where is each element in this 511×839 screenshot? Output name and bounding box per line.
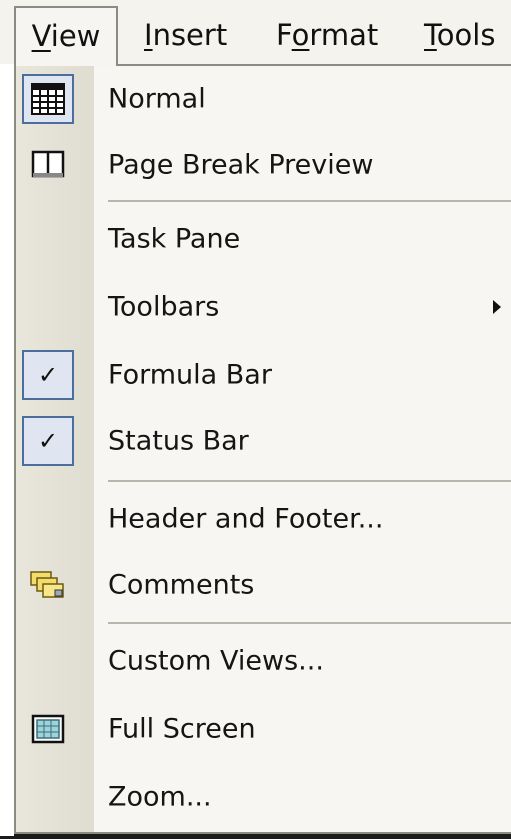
- menu-item-zoom-label: Zoom...: [108, 781, 212, 813]
- menu-format-mnemonic: o: [291, 18, 310, 52]
- menu-item-comments[interactable]: Comments: [16, 556, 511, 614]
- menu-item-zoom[interactable]: Zoom...: [16, 768, 511, 826]
- menu-format-rest: rmat: [309, 18, 379, 52]
- menu-separator: [108, 200, 511, 202]
- background-strip: [0, 64, 14, 836]
- menu-view-rest: iew: [50, 19, 101, 53]
- menu-tools-rest: ools: [436, 18, 496, 52]
- menu-item-formula-bar-label: Formula Bar: [108, 359, 272, 391]
- checkmark-icon: ✓: [22, 416, 74, 466]
- menu-separator: [108, 622, 511, 624]
- menu-insert-mnemonic: I: [144, 18, 153, 52]
- menu-item-task-pane-label: Task Pane: [108, 223, 241, 255]
- formula-bar-check-glyph: ✓: [37, 361, 59, 389]
- status-bar-check-glyph: ✓: [37, 427, 59, 455]
- menu-insert[interactable]: Insert: [144, 14, 227, 58]
- menu-item-normal-label: Normal: [108, 83, 206, 115]
- menu-insert-rest: nsert: [152, 18, 228, 52]
- submenu-arrow-icon: [493, 300, 501, 314]
- menu-view[interactable]: View: [14, 6, 118, 66]
- menu-item-formula-bar[interactable]: ✓ Formula Bar: [16, 346, 511, 404]
- menu-item-custom-views[interactable]: Custom Views...: [16, 632, 511, 690]
- menu-tools-mnemonic: T: [424, 18, 437, 52]
- menu-item-status-bar-label: Status Bar: [108, 425, 249, 457]
- menu-tools[interactable]: Tools: [424, 14, 495, 58]
- grid-sheet-icon: [22, 74, 74, 124]
- view-dropdown-menu: Normal Page Break Preview Task Pane Tool…: [14, 64, 511, 834]
- menu-item-task-pane[interactable]: Task Pane: [16, 210, 511, 268]
- menu-format-prefix: F: [276, 18, 292, 52]
- menu-item-toolbars-label: Toolbars: [108, 291, 220, 323]
- menu-item-normal[interactable]: Normal: [16, 70, 511, 128]
- screenshot-root: View Insert Format Tools Normal Page Bre…: [0, 0, 511, 839]
- menu-item-custom-views-label: Custom Views...: [108, 645, 324, 677]
- menu-item-header-and-footer[interactable]: Header and Footer...: [16, 490, 511, 548]
- menu-item-full-screen-label: Full Screen: [108, 713, 256, 745]
- bottom-border: [0, 834, 511, 839]
- menu-item-page-break-preview-label: Page Break Preview: [108, 149, 374, 181]
- checkmark-icon: ✓: [22, 350, 74, 400]
- menu-item-page-break-preview[interactable]: Page Break Preview: [16, 136, 511, 194]
- menu-view-mnemonic: V: [31, 19, 51, 53]
- menu-item-toolbars[interactable]: Toolbars: [16, 278, 511, 336]
- menu-format[interactable]: Format: [276, 14, 378, 58]
- menu-item-comments-label: Comments: [108, 569, 255, 601]
- menu-bar: View Insert Format Tools: [0, 0, 511, 66]
- comments-icon: [22, 560, 74, 610]
- menu-item-status-bar[interactable]: ✓ Status Bar: [16, 412, 511, 470]
- full-screen-icon: [22, 704, 74, 754]
- page-break-icon: [22, 140, 74, 190]
- menu-separator: [108, 480, 511, 482]
- menu-item-header-and-footer-label: Header and Footer...: [108, 503, 384, 535]
- menu-item-full-screen[interactable]: Full Screen: [16, 700, 511, 758]
